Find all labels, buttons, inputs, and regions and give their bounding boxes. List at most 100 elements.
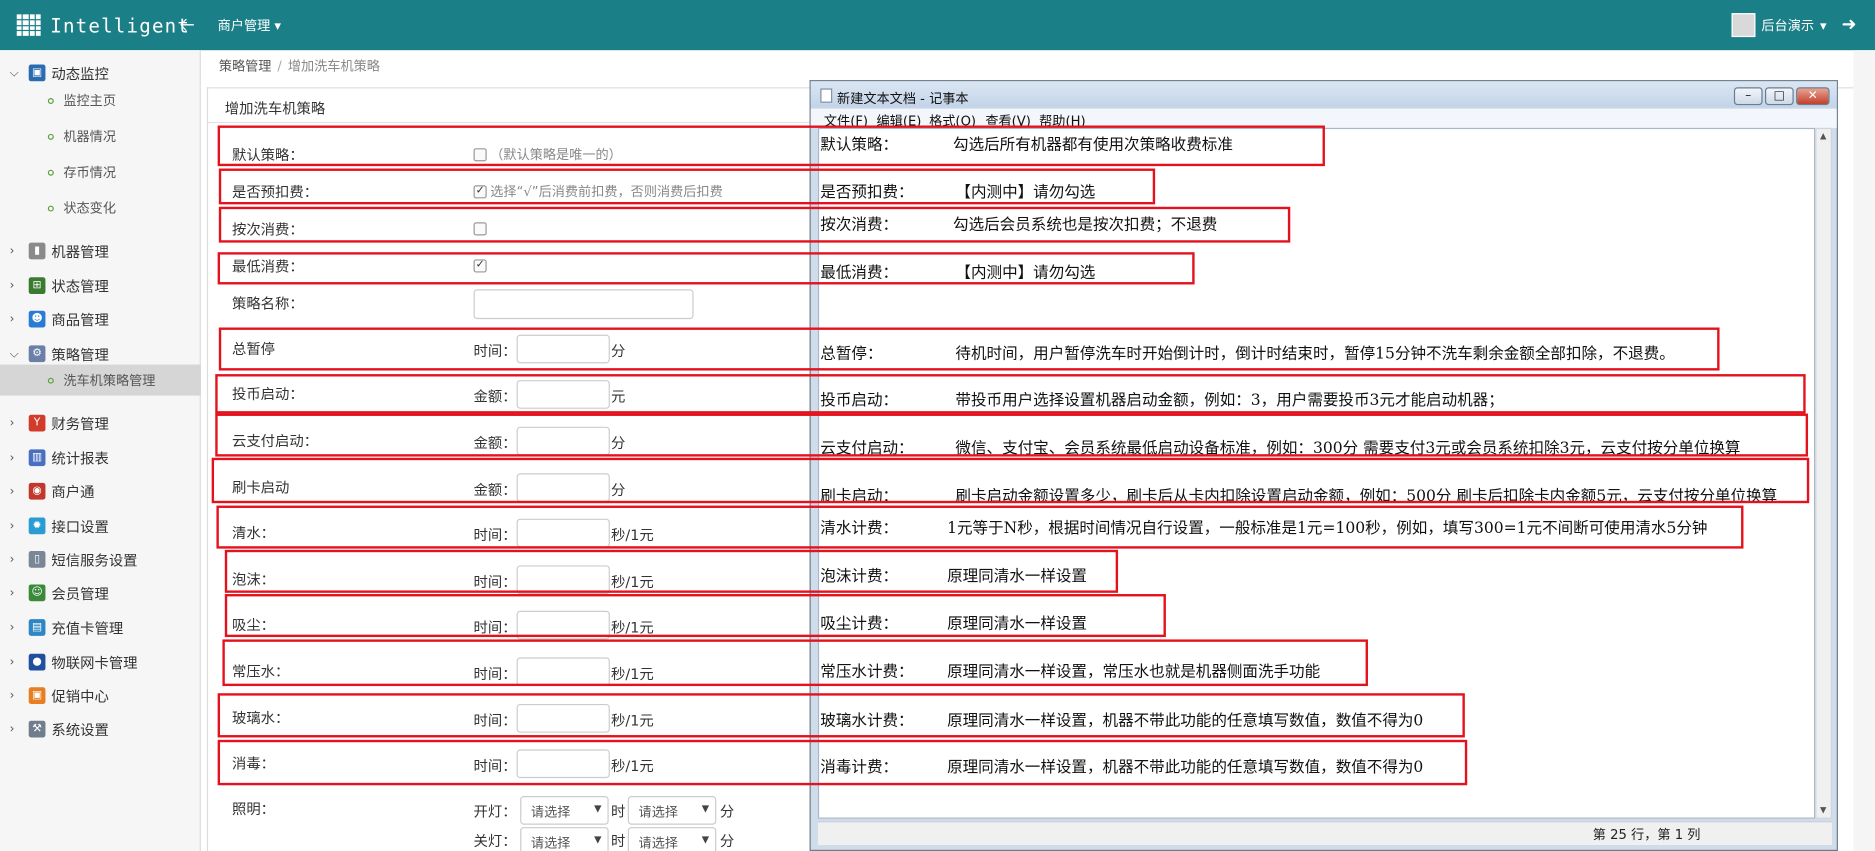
light-off-hour-select[interactable]: 请选择 ▼: [520, 827, 609, 851]
minute-unit: 分: [719, 833, 735, 850]
chevron-right-icon: ›: [9, 312, 15, 326]
user-name: 后台演示: [1761, 17, 1815, 34]
sidebar-item[interactable]: › Y 财务管理: [0, 408, 201, 439]
sidebar-item[interactable]: › ✹ 接口设置: [0, 510, 201, 541]
sidebar-subitem-label: 存币情况: [63, 164, 116, 181]
sidebar-subitem-label: 洗车机策略管理: [63, 372, 156, 389]
select-value: 请选择: [638, 804, 679, 820]
chevron-right-icon: ›: [9, 620, 15, 635]
logout-icon[interactable]: ➜: [1842, 13, 1857, 35]
back-arrow-icon[interactable]: 🡠: [179, 12, 195, 44]
grid-logo-icon: [16, 14, 41, 36]
sidebar-item-label: 财务管理: [51, 415, 109, 433]
cursor-position: 第 25 行，第 1 列: [1592, 827, 1701, 843]
sidebar-item[interactable]: › ● 物联网卡管理: [0, 647, 201, 678]
notepad-scrollbar[interactable]: ▲ ▼: [1815, 127, 1832, 819]
sidebar-item-label: 系统设置: [51, 721, 109, 739]
brand-name: Intelligent: [50, 13, 191, 37]
annotation-box: [215, 413, 1809, 457]
scroll-down-icon[interactable]: ▼: [1820, 806, 1826, 816]
breadcrumb-parent[interactable]: 策略管理: [219, 59, 272, 75]
sidebar-item-label: 充值卡管理: [51, 619, 124, 637]
minimize-button[interactable]: –: [1733, 87, 1763, 106]
monitor-icon: ▣: [28, 64, 46, 82]
avatar: [1731, 13, 1756, 38]
sidebar-item[interactable]: › ▥ 统计报表: [0, 442, 201, 473]
caret-down-icon: ▼: [701, 834, 710, 846]
annotation-box: [217, 693, 1465, 738]
finance-icon: Y: [28, 414, 46, 432]
annotation-box: [218, 168, 1156, 205]
sidebar-item-label: 策略管理: [51, 346, 109, 363]
sidebar-subitem[interactable]: 监控主页: [0, 85, 201, 116]
select-value: 请选择: [530, 804, 571, 820]
sitemap-icon: ⊞: [28, 277, 46, 295]
members-icon: ☺: [28, 584, 46, 602]
sidebar-subitem-label: 机器情况: [63, 129, 116, 145]
chevron-right-icon: ›: [9, 586, 15, 600]
close-button[interactable]: ✕: [1796, 87, 1830, 106]
annotation-box: [222, 639, 1368, 687]
panel-title: 增加洗车机策略: [224, 100, 326, 118]
card-icon: ▤: [28, 619, 46, 636]
notepad-icon: [820, 88, 833, 103]
sidebar-item[interactable]: › ▤ 充值卡管理: [0, 612, 201, 643]
iot-icon: ●: [28, 653, 46, 671]
sidebar-item-label: 统计报表: [51, 450, 109, 467]
sidebar-subitem[interactable]: 状态变化: [0, 192, 201, 223]
sidebar-item[interactable]: › ⚒ 系统设置: [0, 714, 201, 745]
sidebar-item-label: 物联网卡管理: [51, 654, 138, 672]
light-off-minute-select[interactable]: 请选择 ▼: [627, 827, 717, 851]
scroll-up-icon[interactable]: ▲: [1820, 131, 1826, 141]
select-value: 请选择: [530, 835, 571, 851]
notepad-title: 新建文本文档 - 记事本: [837, 90, 969, 107]
light-on-minute-select[interactable]: 请选择 ▼: [627, 796, 717, 825]
sidebar-item-label: 动态监控: [51, 65, 109, 82]
bullet-icon: [47, 204, 54, 211]
sidebar-item[interactable]: › ☻ 商品管理: [0, 304, 201, 335]
annotation-box: [224, 549, 1119, 593]
sidebar-subitem[interactable]: 存币情况: [0, 157, 201, 188]
sidebar-item[interactable]: › ▣ 促销中心: [0, 680, 201, 711]
lighting-label: 照明：: [231, 800, 276, 818]
machine-icon: ▮: [28, 242, 46, 260]
bullet-icon: [47, 377, 54, 384]
top-bar: [0, 0, 1875, 51]
maximize-button[interactable]: □: [1764, 87, 1794, 106]
light-off-label: 关灯：: [473, 833, 517, 850]
sidebar-subitem-active[interactable]: 洗车机策略管理: [0, 364, 201, 396]
chevron-right-icon: ›: [9, 244, 15, 258]
user-menu[interactable]: 后台演示 ▾: [1731, 13, 1827, 38]
sidebar-item-label: 促销中心: [51, 687, 109, 705]
sidebar-item-label: 会员管理: [51, 585, 109, 602]
sidebar-item-label: 商品管理: [51, 311, 109, 329]
sidebar-item[interactable]: › ⊞ 状态管理: [0, 270, 201, 301]
wrench-icon: ⚙: [28, 345, 46, 363]
sidebar-item-label: 机器管理: [51, 243, 109, 260]
bullet-icon: [47, 169, 54, 176]
page-scrollbar[interactable]: [1853, 50, 1875, 851]
chevron-right-icon: ›: [9, 552, 15, 566]
chevron-right-icon: ›: [9, 279, 15, 293]
sidebar-item-label: 接口设置: [51, 518, 109, 535]
sidebar-subitem[interactable]: 机器情况: [0, 121, 201, 152]
brand[interactable]: Intelligent: [16, 11, 191, 40]
sidebar-item[interactable]: › ☺ 会员管理: [0, 577, 201, 608]
annotation-box: [217, 252, 1195, 285]
sidebar-subitem-label: 监控主页: [63, 93, 116, 109]
sidebar-item[interactable]: ⌵ ▣ 动态监控: [0, 57, 201, 88]
chevron-right-icon: ›: [9, 451, 15, 465]
strategy-name-input[interactable]: [473, 289, 694, 320]
caret-down-icon: ▼: [594, 834, 602, 846]
light-on-hour-select[interactable]: 请选择 ▼: [520, 796, 609, 825]
sidebar-item[interactable]: › ▯ 短信服务设置: [0, 544, 201, 575]
chevron-right-icon: ›: [9, 655, 15, 669]
sidebar-item-label: 短信服务设置: [51, 551, 138, 569]
sidebar-item[interactable]: › ◉ 商户通: [0, 476, 201, 507]
sidebar-item[interactable]: › ▮ 机器管理: [0, 235, 201, 266]
annotation-box: [218, 206, 1291, 243]
hour-unit: 时: [611, 803, 626, 820]
merchant-menu-dropdown[interactable]: 商户管理 ▾: [218, 16, 281, 35]
merchant-menu-label: 商户管理: [217, 17, 271, 34]
caret-down-icon: ▾: [274, 17, 282, 34]
